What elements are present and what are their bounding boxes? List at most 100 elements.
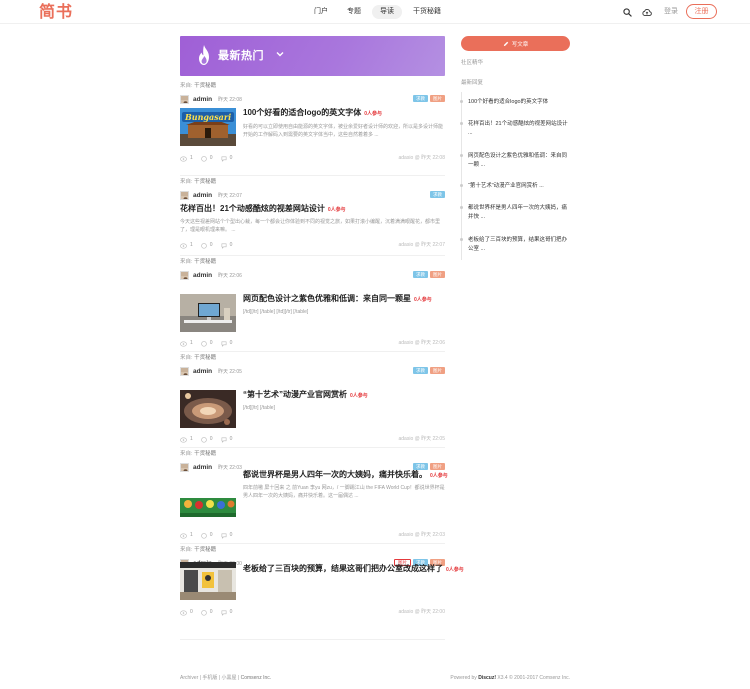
write-article-button[interactable]: 写文章 [461,36,570,51]
post-source: 来自: 干货秘籍 [180,451,216,458]
avatar[interactable] [180,463,189,472]
footer-nav-links[interactable]: Archiver | 手机版 | 小黑屋 | [180,675,241,681]
share-action[interactable]: 0 [221,532,232,539]
source-forum-link[interactable]: 干货秘籍 [194,259,216,265]
pencil-icon [503,41,508,46]
post-author[interactable]: admin [193,272,212,280]
share-action[interactable]: 0 [221,340,233,347]
source-forum-link[interactable]: 干货秘籍 [194,547,216,553]
post-item: 来自: 干货秘籍 admin 昨天 22:06 求教 图片 网页配色设计之紫色优… [180,256,445,352]
post-item: 来自: 干货秘籍 admin 昨天 22:08 求教 图片 Bungasari … [180,80,445,176]
post-title[interactable]: 100个好看的适合logo的英文字体 0人参与 [243,108,382,119]
avatar[interactable] [180,191,189,200]
post-thumbnail[interactable] [180,486,236,524]
nav-portal[interactable]: 门户 [306,5,336,19]
comment-action[interactable]: 0 [201,242,213,249]
post-excerpt: [/td][/tr] [/table] [243,405,275,411]
post-title-text[interactable]: 100个好看的适合logo的英文字体 [243,108,361,117]
tag-badge[interactable]: 图片 [430,95,445,102]
post-thumbnail[interactable] [180,390,236,428]
recent-reply-link[interactable]: 100个好看的适合logo的英文字体 [468,98,570,107]
post-author[interactable]: admin [193,464,212,472]
recent-reply-link[interactable]: “第十艺术”动漫产业官网赏析 ... [468,182,570,191]
like-count: 1 [190,340,193,346]
recent-reply-link[interactable]: 老板给了三百块的预算，结果这哥们把办公室 ... [468,236,570,254]
tag-badge[interactable]: 图片 [430,271,445,278]
avatar[interactable] [180,95,189,104]
post-title[interactable]: 网页配色设计之紫色优雅和低调：来自同一颗星 0人参与 [243,294,432,305]
cloud-upload-icon[interactable] [641,6,653,18]
post-time: 昨天 22:03 [218,465,242,471]
source-forum-link[interactable]: 干货秘籍 [194,355,216,361]
post-title[interactable]: 花样百出！21个动感酷炫的视差网站设计 0人参与 [180,204,346,215]
write-article-label: 写文章 [511,41,529,48]
chevron-down-icon[interactable] [276,50,284,58]
post-title[interactable]: 老板给了三百块的预算，结果这哥们把办公室改成这样了 0人参与 [243,564,464,575]
post-source: 来自: 干货秘籍 [180,355,216,362]
comment-count: 0 [209,242,213,248]
source-forum-link[interactable]: 干货秘籍 [194,451,216,457]
search-icon[interactable] [621,6,633,18]
nav-guide[interactable]: 导读 [372,5,402,19]
avatar[interactable] [180,367,189,376]
like-action[interactable]: 0 [180,609,193,616]
tag-badge[interactable]: 图片 [430,367,445,374]
post-title-text[interactable]: 老板给了三百块的预算，结果这哥们把办公室改成这样了 [243,564,443,573]
discuz-link[interactable]: Discuz! [478,675,496,681]
main-nav: 门户 专题 导读 干货秘籍 [306,5,452,19]
tag-badge[interactable]: 求教 [413,367,428,374]
timeline-dot [460,206,463,209]
post-title-text[interactable]: 网页配色设计之紫色优雅和低调：来自同一颗星 [243,294,411,303]
post-title-text[interactable]: 都说世界杯是男人四年一次的大姨妈，痛并快乐着。 [243,470,427,479]
footer-brand[interactable]: Comsenz Inc. [241,675,272,681]
participants-count: 0人参与 [414,297,432,303]
recent-reply-link[interactable]: 都说世界杯是男人四年一次的大姨妈，痛并快 ... [468,204,570,222]
nav-topics[interactable]: 专题 [339,5,369,19]
tag-badge[interactable]: 图片 [430,463,445,470]
like-action[interactable]: 1 [180,436,193,443]
register-button[interactable]: 注册 [686,4,717,19]
share-action[interactable]: 0 [221,242,232,249]
post-time: 昨天 22:07 [218,193,242,199]
source-forum-link[interactable]: 干货秘籍 [194,179,216,185]
site-logo[interactable]: 简书 [39,3,73,21]
comment-action[interactable]: 0 [201,436,213,443]
tag-badge[interactable]: 求教 [430,191,445,198]
view-count: 0 [229,340,233,346]
share-action[interactable]: 0 [221,609,232,616]
recent-reply-link[interactable]: 花样百出！21个动感酷炫的视差网站设计 ... [468,120,570,138]
timeline-dot [460,100,463,103]
post-author[interactable]: admin [193,368,212,376]
post-author[interactable]: admin [193,192,212,200]
comment-action[interactable]: 0 [201,155,213,162]
post-title-text[interactable]: “第十艺术”动漫产业官网赏析 [243,390,347,399]
post-thumbnail[interactable]: Bungasari [180,108,236,146]
source-forum-link[interactable]: 干货秘籍 [194,83,216,89]
post-thumbnail[interactable] [180,562,236,600]
post-title[interactable]: “第十艺术”动漫产业官网赏析 0人参与 [243,390,368,401]
post-meta: 1 0 0 [180,532,240,539]
recent-reply-link[interactable]: 网页配色设计之紫色优雅和低调：来自同一颗 ... [468,152,570,170]
tag-badge[interactable]: 求教 [413,95,428,102]
post-author[interactable]: admin [193,96,212,104]
login-link[interactable]: 登录 [664,6,678,18]
comment-action[interactable]: 0 [201,609,213,616]
tag-badge[interactable]: 求教 [413,271,428,278]
nav-tips[interactable]: 干货秘籍 [405,5,449,19]
post-title-text[interactable]: 花样百出！21个动感酷炫的视差网站设计 [180,204,325,213]
share-action[interactable]: 0 [221,155,232,162]
post-thumbnail[interactable] [180,294,236,332]
tag-badge[interactable]: 求教 [413,463,428,470]
avatar[interactable] [180,271,189,280]
like-action[interactable]: 1 [180,340,193,347]
like-action[interactable]: 1 [180,242,193,249]
comment-action[interactable]: 0 [201,532,213,539]
post-title[interactable]: 都说世界杯是男人四年一次的大姨妈，痛并快乐着。 0人参与 [243,470,448,481]
share-action[interactable]: 0 [221,436,232,443]
comment-action[interactable]: 0 [201,340,213,347]
source-prefix: 来自: [180,179,195,185]
like-action[interactable]: 1 [180,155,193,162]
chat-icon [221,243,227,249]
comment-icon [201,155,207,162]
like-action[interactable]: 1 [180,532,193,539]
